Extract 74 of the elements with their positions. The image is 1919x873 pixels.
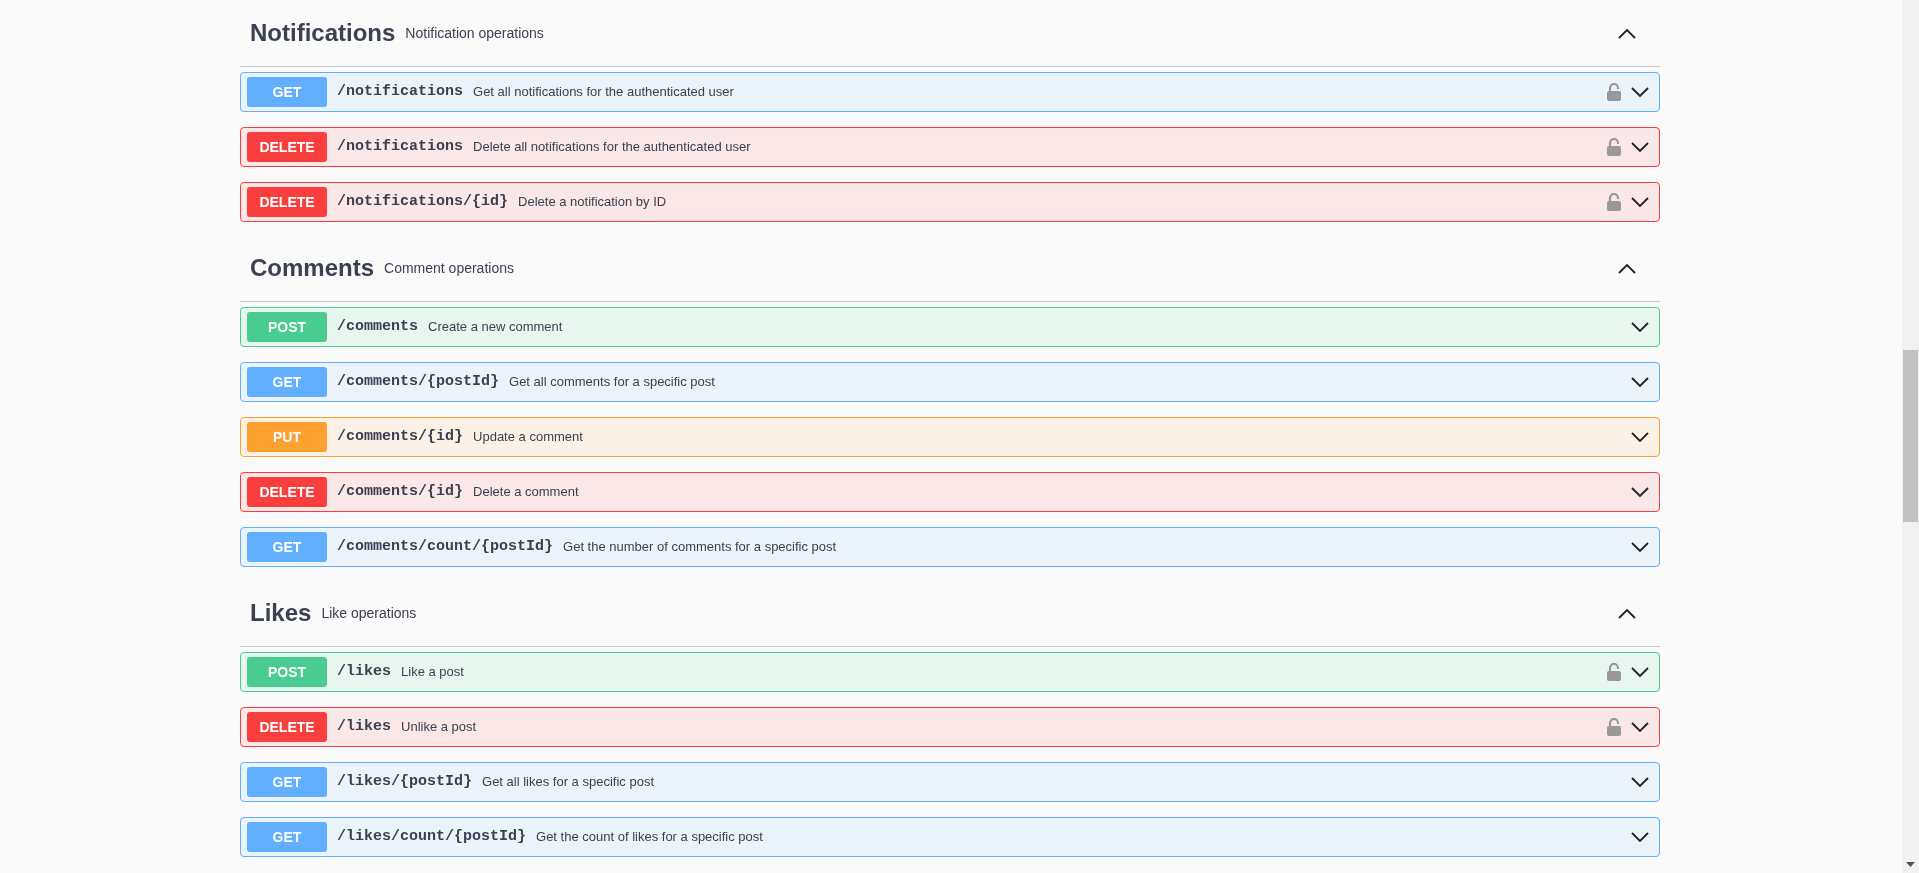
scrollbar-thumb[interactable] [1903,350,1918,522]
method-badge: GET [247,822,327,852]
operation-summary: Unlike a post [401,718,477,737]
operation-summary: Delete a comment [473,483,579,502]
endpoint-path: /notifications [337,136,464,157]
section-title[interactable]: Likes [250,595,312,631]
method-badge: DELETE [247,187,327,217]
section-description: Comment operations [384,258,514,278]
chevron-down-icon[interactable] [1631,141,1649,153]
endpoint-path: /likes/{postId} [337,771,473,792]
operation-row[interactable]: DELETE /likes Unlike a post [240,707,1660,747]
chevron-down-icon[interactable] [1631,321,1649,333]
operation-summary: Get the number of comments for a specific post [563,538,837,557]
operation-row[interactable]: GET /comments/count/{postId} Get the number of comments for a specific post [240,527,1660,567]
operation-summary: Create a new comment [428,318,563,337]
chevron-down-icon[interactable] [1631,721,1649,733]
endpoint-path: /comments/{id} [337,481,464,502]
endpoint-path: /notifications [337,81,464,102]
method-badge: DELETE [247,132,327,162]
method-badge: DELETE [247,477,327,507]
chevron-up-icon[interactable] [1618,262,1636,274]
method-badge: GET [247,367,327,397]
method-badge: POST [247,312,327,342]
section-description: Like operations [321,603,417,623]
chevron-down-icon[interactable] [1631,486,1649,498]
chevron-down-icon[interactable] [1631,196,1649,208]
operation-row[interactable]: POST /likes Like a post [240,652,1660,692]
chevron-down-icon[interactable] [1631,431,1649,443]
endpoint-path: /comments [337,316,418,337]
method-badge: DELETE [247,712,327,742]
operation-summary: Get all notifications for the authenticated user [473,83,734,102]
method-badge: POST [247,657,327,687]
chevron-down-icon[interactable] [1631,376,1649,388]
scrollbar[interactable] [1902,0,1919,873]
chevron-up-icon[interactable] [1618,27,1636,39]
operation-row[interactable]: DELETE /comments/{id} Delete a comment [240,472,1660,512]
method-badge: GET [247,77,327,107]
operation-row[interactable]: PUT /comments/{id} Update a comment [240,417,1660,457]
operation-row[interactable]: DELETE /notifications/{id} Delete a notification by ID [240,182,1660,222]
operation-row[interactable]: GET /likes/count/{postId} Get the count of likes for a specific post [240,817,1660,857]
endpoint-path: /comments/{id} [337,426,464,447]
endpoint-path: /likes/count/{postId} [337,826,527,847]
endpoint-path: /notifications/{id} [337,191,509,212]
chevron-down-icon[interactable] [1631,541,1649,553]
endpoint-path: /likes [337,661,391,682]
scroll-down-arrow-icon[interactable] [1906,862,1915,867]
operation-row[interactable]: GET /notifications Get all notifications for the authenticated user [240,72,1660,112]
chevron-up-icon[interactable] [1618,607,1636,619]
endpoint-path: /comments/{postId} [337,371,500,392]
operation-row[interactable]: DELETE /notifications Delete all notifications for the authenticated user [240,127,1660,167]
operation-summary: Get all likes for a specific post [482,773,654,792]
section-title[interactable]: Notifications [250,15,396,51]
endpoint-path: /comments/count/{postId} [337,536,554,557]
operation-summary: Update a comment [473,428,583,447]
operation-summary: Delete all notifications for the authenticated user [473,138,751,157]
chevron-down-icon[interactable] [1631,831,1649,843]
method-badge: GET [247,532,327,562]
operation-summary: Get all comments for a specific post [509,373,715,392]
chevron-down-icon[interactable] [1631,776,1649,788]
method-badge: PUT [247,422,327,452]
operation-summary: Delete a notification by ID [518,193,667,212]
endpoint-path: /likes [337,716,391,737]
operation-row[interactable]: GET /comments/{postId} Get all comments for a specific post [240,362,1660,402]
method-badge: GET [247,767,327,797]
section-title[interactable]: Comments [250,250,375,286]
operation-row[interactable]: GET /likes/{postId} Get all likes for a specific post [240,762,1660,802]
chevron-down-icon[interactable] [1631,86,1649,98]
operation-summary: Like a post [401,663,464,682]
operation-row[interactable]: POST /comments Create a new comment [240,307,1660,347]
padlock-icon[interactable] [1607,663,1621,681]
operation-summary: Get the count of likes for a specific post [536,828,763,847]
chevron-down-icon[interactable] [1631,666,1649,678]
section-description: Notification operations [405,23,544,43]
padlock-icon[interactable] [1607,83,1621,101]
